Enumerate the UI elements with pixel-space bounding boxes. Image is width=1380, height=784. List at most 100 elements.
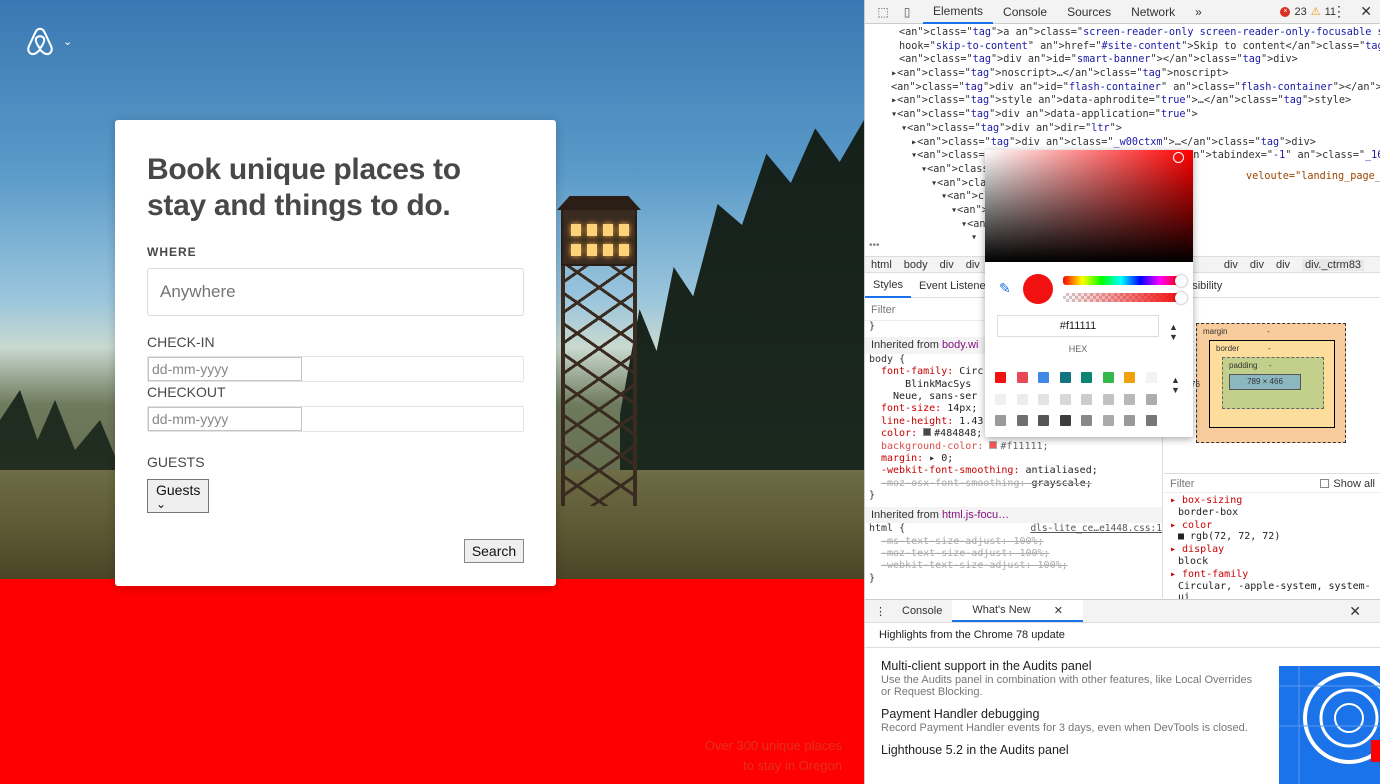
dom-node-line[interactable]: ▸<an">class="tag">noscript>…</an">class=… (865, 67, 1380, 81)
box-model-padding[interactable]: padding - 789 × 466 (1222, 357, 1324, 409)
format-toggle-icon[interactable]: ▲ ▼ (1169, 322, 1178, 342)
palette-swatch[interactable] (1145, 372, 1157, 383)
news-item[interactable]: Payment Handler debugging Record Payment … (881, 706, 1261, 734)
breadcrumb-item[interactable]: div (1250, 259, 1264, 271)
news-title[interactable]: Multi-client support in the Audits panel (881, 658, 1261, 674)
drawer-menu-icon[interactable]: ⋮ (875, 600, 892, 622)
alpha-knob[interactable] (1175, 291, 1187, 304)
news-item[interactable]: Lighthouse 5.2 in the Audits panel (881, 742, 1261, 758)
more-tabs-icon[interactable]: » (1185, 0, 1212, 24)
inherited-body-link[interactable]: body.wi (942, 339, 978, 351)
css-declaration[interactable]: -webkit-font-smoothing: antialiased; (865, 465, 1162, 477)
promo-line-1[interactable]: Over 300 unique places (662, 736, 842, 756)
breadcrumb-item[interactable]: div (1224, 259, 1238, 271)
device-toolbar-icon[interactable]: ▯ (899, 4, 915, 20)
dom-node-line[interactable]: <an">class="tag">div an">id="smart-banne… (865, 53, 1380, 67)
where-input[interactable]: Anywhere (147, 268, 524, 316)
eyedropper-icon[interactable]: ✎ (999, 280, 1011, 297)
palette-swatch[interactable] (1059, 415, 1071, 426)
css-declaration[interactable]: background-color: #f11111; (865, 440, 1162, 453)
drawer-tab-whats-new[interactable]: What's New ✕ (952, 600, 1083, 622)
issue-counts[interactable]: × 23 ⚠ 11 (1280, 5, 1336, 18)
breadcrumb-item[interactable]: div._ctrm83 (1302, 258, 1365, 271)
breadcrumb-item[interactable]: div (966, 259, 980, 271)
palette-swatch[interactable] (1016, 415, 1028, 426)
breadcrumb-item[interactable]: html (871, 259, 892, 271)
color-swatch[interactable] (923, 428, 932, 437)
css-declaration[interactable]: -moz-text-size-adjust: 100%; (865, 548, 1162, 560)
news-title[interactable]: Payment Handler debugging (881, 706, 1261, 722)
chevron-down-icon[interactable]: ⌄ (63, 35, 72, 48)
palette-swatch[interactable] (1038, 415, 1049, 426)
promo-text[interactable]: Over 300 unique places to stay in Oregon (662, 736, 842, 776)
hex-input[interactable]: #f11111 (997, 315, 1159, 337)
palette-toggle-icon[interactable]: ▲ ▼ (1171, 375, 1180, 395)
tab-elements[interactable]: Elements (923, 0, 994, 24)
kebab-menu-icon[interactable]: ⋮ (1332, 3, 1346, 20)
palette-swatch[interactable] (1081, 393, 1092, 405)
palette-swatch[interactable] (1102, 372, 1114, 383)
css-source-link[interactable]: dls-lite_ce…e1448.css:1 (1030, 523, 1162, 535)
palette-swatch[interactable] (1059, 372, 1071, 383)
palette-swatch[interactable] (1081, 415, 1092, 426)
breadcrumb-item[interactable]: div (1276, 259, 1290, 271)
palette-swatch[interactable] (1102, 415, 1114, 426)
css-declaration[interactable]: -ms-text-size-adjust: 100%; (865, 536, 1162, 548)
search-button[interactable]: Search (464, 539, 524, 563)
dom-node-line[interactable]: <an">class="tag">div an">id="flash-conta… (865, 81, 1380, 95)
computed-prop[interactable]: ▸ box-sizing (1170, 495, 1380, 507)
close-icon[interactable]: ✕ (1044, 599, 1073, 621)
palette-swatch[interactable] (1016, 372, 1028, 383)
palette-swatch[interactable] (995, 393, 1006, 405)
palette-swatch[interactable] (1145, 393, 1157, 405)
tab-event-listeners[interactable]: Event Listene (911, 274, 994, 298)
palette-swatch[interactable] (1038, 393, 1049, 405)
css-declaration[interactable]: -moz-osx-font-smoothing: grayscale; (865, 478, 1162, 490)
inspect-element-icon[interactable]: ⬚ (875, 4, 891, 20)
news-item[interactable]: Multi-client support in the Audits panel… (881, 658, 1261, 698)
palette-swatch[interactable] (1081, 372, 1092, 383)
dom-node-line[interactable]: ▾<an">class="tag">div an">data-applicati… (865, 108, 1380, 122)
palette-swatch[interactable] (1102, 393, 1114, 405)
palette-swatch[interactable] (1124, 372, 1135, 383)
palette-swatch[interactable] (995, 415, 1006, 426)
dom-node-line[interactable]: ▾<an">class="tag">div an">dir="ltr"> (865, 122, 1380, 136)
tab-network[interactable]: Network (1121, 0, 1185, 24)
close-drawer-icon[interactable]: ✕ (1339, 600, 1371, 622)
saturation-area[interactable] (985, 150, 1193, 262)
box-model-margin[interactable]: margin - border - padding - 789 × 466 76 (1191, 323, 1346, 443)
alpha-slider[interactable] (1063, 293, 1179, 302)
show-all-checkbox[interactable]: Show all (1320, 478, 1375, 490)
tab-console[interactable]: Console (993, 0, 1057, 24)
dom-node-line[interactable]: <an">class="tag">a an">class="screen-rea… (865, 26, 1380, 40)
dom-node-line[interactable]: hook="skip-to-content" an">href="#site-c… (865, 40, 1380, 54)
palette-swatch[interactable] (1124, 415, 1135, 426)
palette-swatch[interactable] (1016, 393, 1028, 405)
guests-button[interactable]: Guests ⌄ (147, 479, 209, 513)
computed-filter-input[interactable]: Filter Show all (1164, 473, 1380, 493)
hue-slider[interactable] (1063, 276, 1179, 285)
palette-swatch[interactable] (1124, 393, 1135, 405)
computed-prop[interactable]: ▸ font-family (1170, 569, 1380, 581)
checkout-input[interactable]: dd-mm-yyyy (148, 407, 302, 431)
checkbox-icon[interactable] (1320, 479, 1330, 488)
inherited-html-link[interactable]: html.js-focu… (942, 509, 1009, 521)
computed-prop[interactable]: ▸ display (1170, 544, 1380, 556)
checkin-input[interactable]: dd-mm-yyyy (148, 357, 302, 381)
dom-node-line[interactable]: ▸<an">class="tag">style an">data-aphrodi… (865, 94, 1380, 108)
palette-swatch[interactable] (1059, 393, 1071, 405)
css-declaration[interactable]: -webkit-text-size-adjust: 100%; (865, 560, 1162, 572)
computed-prop[interactable]: ▸ color (1170, 520, 1380, 532)
hue-knob[interactable] (1175, 274, 1187, 287)
tab-sources[interactable]: Sources (1057, 0, 1121, 24)
close-icon[interactable]: ✕ (1360, 3, 1372, 20)
color-swatch[interactable] (989, 440, 998, 449)
overflow-dots[interactable]: ••• (869, 240, 880, 251)
palette-swatch[interactable] (1038, 372, 1049, 383)
tab-styles[interactable]: Styles (865, 274, 911, 298)
palette-swatch[interactable] (1145, 415, 1157, 426)
css-declaration[interactable]: margin: ▸ 0; (865, 453, 1162, 465)
drawer-tab-console[interactable]: Console (892, 600, 952, 622)
news-title[interactable]: Lighthouse 5.2 in the Audits panel (881, 742, 1261, 758)
promo-line-2[interactable]: to stay in Oregon (662, 756, 842, 776)
